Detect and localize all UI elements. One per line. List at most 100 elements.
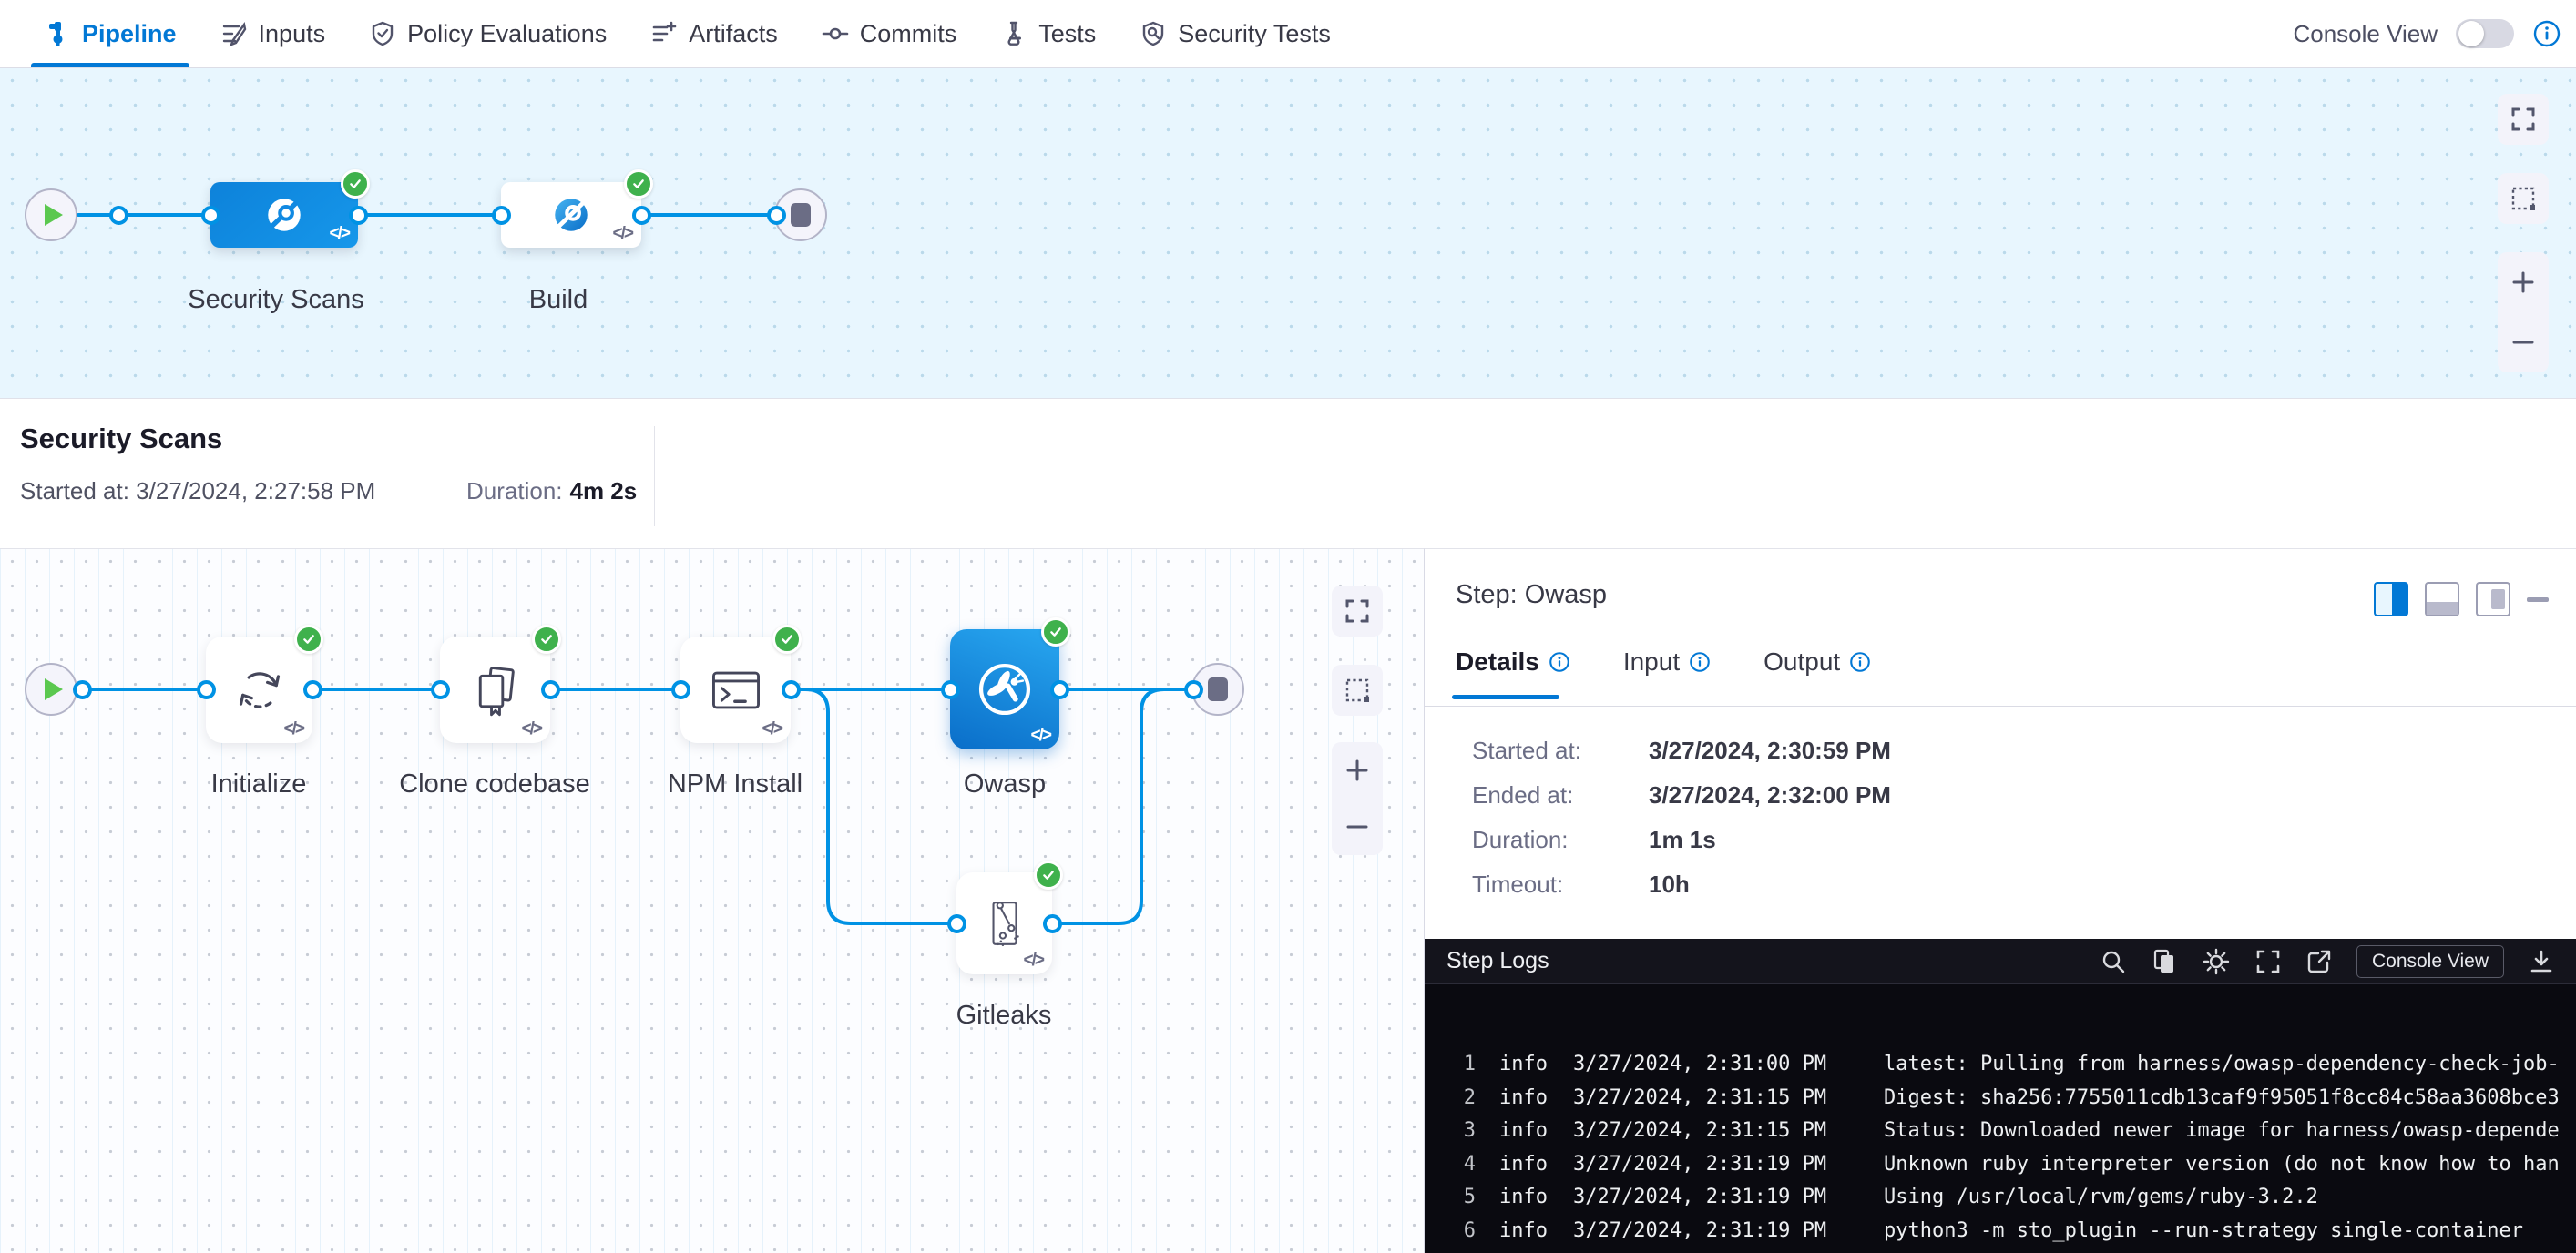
success-badge (341, 169, 370, 199)
port (73, 680, 92, 699)
step-node-initialize[interactable]: </> (206, 637, 312, 743)
security-scan-icon (262, 193, 306, 237)
edge (641, 213, 776, 217)
zoom-out-button[interactable] (1344, 813, 1371, 840)
console-view-label: Console View (2293, 20, 2438, 48)
field-row: Duration: 1m 1s (1472, 826, 1891, 853)
step-label[interactable]: Owasp (914, 769, 1096, 800)
download-icon[interactable] (2528, 948, 2555, 975)
step-label[interactable]: NPM Install (644, 769, 826, 800)
field-label: Duration: (1472, 826, 1649, 853)
step-graph-canvas[interactable]: </> </> </> (0, 548, 1424, 1253)
step-node-clone-codebase[interactable]: </> (440, 637, 550, 743)
step-label[interactable]: Clone codebase (381, 769, 608, 800)
canvas-fullscreen-button[interactable] (2498, 94, 2549, 145)
log-line-number: 6 (1448, 1215, 1476, 1248)
canvas-fullscreen-button[interactable] (1332, 586, 1383, 637)
copy-icon[interactable] (2151, 948, 2178, 975)
step-logs-header: Step Logs Console View (1425, 939, 2576, 984)
tab-commits[interactable]: Commits (800, 0, 979, 67)
step-label[interactable]: Gitleaks (913, 1001, 1095, 1031)
tab-label: Output (1763, 647, 1840, 677)
log-level: info (1499, 1181, 1549, 1215)
stop-icon (1208, 677, 1228, 701)
stage-label[interactable]: Build (467, 285, 649, 315)
log-line-number: 5 (1448, 1181, 1476, 1215)
view-bottom-panel-icon[interactable] (2425, 582, 2459, 616)
search-icon[interactable] (2100, 948, 2127, 975)
stage-node-build[interactable]: </> (501, 182, 641, 248)
step-label[interactable]: Initialize (168, 769, 350, 800)
field-label: Timeout: (1472, 871, 1649, 898)
tab-policy-evaluations[interactable]: Policy Evaluations (347, 0, 629, 67)
port (109, 206, 128, 225)
info-icon[interactable] (2532, 19, 2561, 48)
success-badge (772, 625, 802, 654)
tab-output[interactable]: Output (1763, 647, 1871, 677)
stage-graph-canvas[interactable]: </> </> Security Scans Build (0, 68, 2576, 398)
step-node-gitleaks[interactable]: </> (956, 872, 1052, 974)
console-view-button[interactable]: Console View (2356, 945, 2504, 978)
port (941, 680, 960, 699)
template-code-icon: </> (762, 719, 782, 739)
zoom-in-button[interactable] (2510, 269, 2537, 296)
tab-label: Inputs (259, 20, 326, 48)
console-view-toggle[interactable] (2456, 19, 2514, 48)
info-icon[interactable] (1849, 651, 1871, 673)
step-details-panel: Step: Owasp Details Input Output (1424, 548, 2576, 1253)
fullscreen-icon[interactable] (2254, 948, 2282, 975)
view-right-panel-icon[interactable] (2374, 582, 2408, 616)
nav-right: Console View (2293, 19, 2576, 48)
minimize-panel-icon[interactable] (2527, 597, 2549, 602)
log-timestamp: 3/27/2024, 2:31:19 PM (1573, 1148, 1842, 1182)
tab-artifacts[interactable]: Artifacts (629, 0, 800, 67)
step-logs-body[interactable]: 1info3/27/2024, 2:31:00 PMlatest: Pullin… (1425, 984, 2576, 1248)
tab-pipeline[interactable]: Pipeline (22, 0, 199, 67)
template-code-icon: </> (330, 224, 349, 244)
step-node-npm-install[interactable]: </> (680, 637, 791, 743)
settings-gear-icon[interactable] (2202, 947, 2231, 976)
pipeline-start-node[interactable] (25, 188, 77, 241)
tab-input[interactable]: Input (1623, 647, 1711, 677)
tab-security-tests[interactable]: Security Tests (1118, 0, 1353, 67)
port (1184, 680, 1203, 699)
zoom-in-button[interactable] (1344, 757, 1371, 784)
canvas-select-button[interactable] (2498, 173, 2549, 224)
artifacts-icon (650, 20, 678, 47)
port (541, 680, 560, 699)
tab-label: Tests (1038, 20, 1096, 48)
port (303, 680, 322, 699)
log-line: 4info3/27/2024, 2:31:19 PMUnknown ruby i… (1425, 1148, 2576, 1182)
open-in-new-icon[interactable] (2305, 948, 2333, 975)
stage-label[interactable]: Security Scans (139, 285, 413, 315)
port (197, 680, 216, 699)
tab-tests[interactable]: Tests (978, 0, 1118, 67)
view-floating-panel-icon[interactable] (2476, 582, 2510, 616)
tab-inputs[interactable]: Inputs (199, 0, 348, 67)
log-message: Unknown ruby interpreter version (do not… (1884, 1148, 2560, 1182)
stage-node-security-scans[interactable]: </> (210, 182, 358, 248)
inputs-icon (220, 20, 248, 47)
tab-label: Security Tests (1178, 20, 1331, 48)
log-message: latest: Pulling from harness/owasp-depen… (1884, 1048, 2560, 1082)
duration-value: 4m 2s (570, 477, 638, 504)
success-badge (1034, 861, 1063, 890)
template-code-icon: </> (613, 224, 632, 244)
tab-label: Details (1456, 647, 1539, 677)
canvas-select-button[interactable] (1332, 665, 1383, 716)
tab-label: Input (1623, 647, 1680, 677)
stage-start-node[interactable] (25, 663, 77, 716)
zoom-out-button[interactable] (2510, 329, 2537, 356)
step-node-owasp[interactable]: </> (950, 629, 1059, 749)
tab-details[interactable]: Details (1456, 647, 1570, 677)
divider (1425, 706, 2576, 707)
tab-label: Commits (860, 20, 957, 48)
duration-label: Duration: (466, 477, 563, 504)
log-line-number: 4 (1448, 1148, 1476, 1182)
active-tab-underline (1452, 695, 1559, 699)
top-nav: Pipeline Inputs Policy Evaluations Artif… (0, 0, 2576, 68)
edge (77, 213, 210, 217)
log-timestamp: 3/27/2024, 2:31:19 PM (1573, 1215, 1842, 1248)
info-icon[interactable] (1549, 651, 1570, 673)
info-icon[interactable] (1689, 651, 1711, 673)
